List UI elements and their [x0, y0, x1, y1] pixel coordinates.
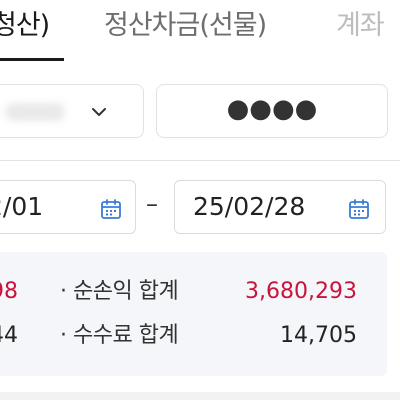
bottom-divider: [0, 392, 400, 400]
calendar-icon[interactable]: [99, 197, 123, 221]
left-summary-value: 44: [0, 323, 18, 348]
net-profit-total-value: 3,680,293: [245, 279, 357, 304]
calendar-icon[interactable]: [347, 197, 371, 221]
end-date-value: 25/02/28: [193, 192, 306, 221]
active-tab-indicator: [0, 58, 64, 61]
section-divider: [0, 160, 400, 161]
fee-total-label: · 수수료 합계: [60, 323, 179, 348]
end-date-field[interactable]: 25/02/28: [174, 180, 386, 234]
tab-account[interactable]: 계좌: [336, 8, 385, 44]
start-date-field[interactable]: 2/01: [0, 180, 136, 234]
password-field[interactable]: ●●●●: [156, 84, 388, 138]
blurred-account-name: [5, 103, 65, 121]
left-summary-value: 98: [0, 279, 18, 304]
account-select[interactable]: [0, 84, 144, 138]
date-range-separator: –: [146, 190, 158, 218]
net-profit-total-label: · 순손익 합계: [60, 279, 179, 304]
chevron-down-icon: [92, 108, 106, 116]
tab-bar: 청산) 정산차금(선물) 계좌: [0, 0, 400, 62]
tab-settlement[interactable]: 청산): [0, 8, 50, 44]
fee-total-value: 14,705: [280, 323, 357, 348]
summary-panel: 98 · 순손익 합계 3,680,293 44 · 수수료 합계 14,705: [0, 252, 387, 376]
masked-password: ●●●●: [226, 94, 318, 124]
start-date-value: 2/01: [0, 192, 44, 221]
tab-settlement-difference-futures[interactable]: 정산차금(선물): [104, 8, 267, 44]
